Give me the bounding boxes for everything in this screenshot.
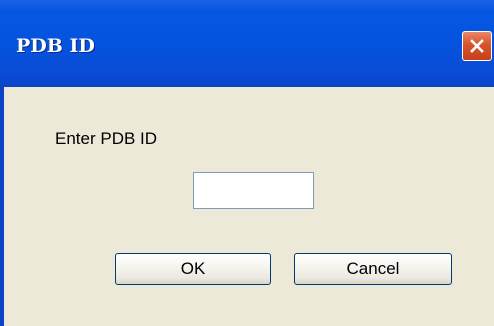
close-button[interactable] — [462, 31, 492, 61]
cancel-button[interactable]: Cancel — [294, 253, 452, 285]
close-icon — [469, 38, 485, 54]
dialog-window: PDB ID Enter PDB ID OK Cancel — [0, 0, 494, 326]
prompt-label: Enter PDB ID — [55, 129, 158, 148]
pdb-id-input[interactable] — [193, 172, 314, 209]
dialog-body: Enter PDB ID OK Cancel — [4, 87, 494, 326]
ok-button[interactable]: OK — [115, 253, 271, 285]
window-title: PDB ID — [16, 35, 95, 57]
title-bar[interactable]: PDB ID — [0, 0, 494, 87]
